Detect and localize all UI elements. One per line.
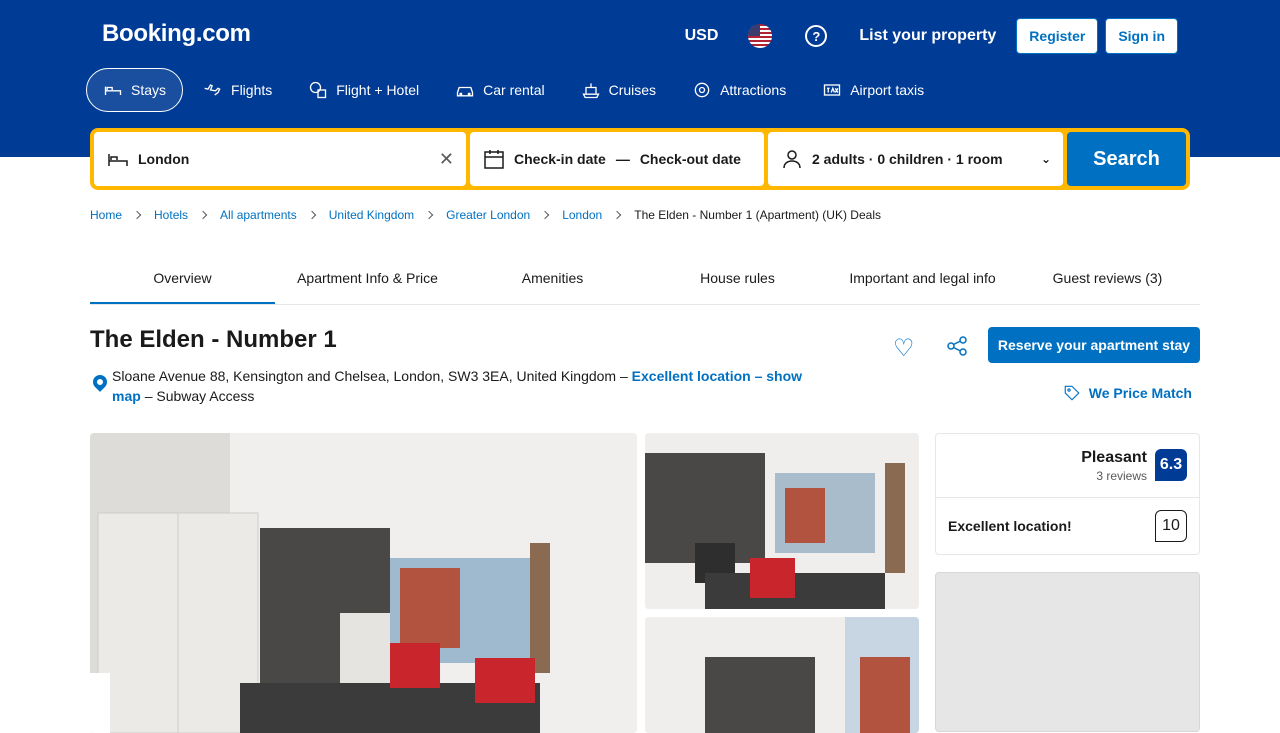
location-pin-icon (90, 372, 110, 392)
booking-logo[interactable]: Booking.com (102, 20, 251, 48)
guests-field[interactable]: 2 adults · 0 children · 1 room ⌄ (768, 132, 1063, 186)
tab-label: Airport taxis (850, 82, 925, 98)
chevron-right-icon (198, 210, 208, 220)
destination-field[interactable]: London ✕ (94, 132, 466, 186)
car-icon (456, 86, 474, 97)
us-flag-icon[interactable] (748, 24, 773, 48)
chevron-down-icon[interactable]: ⌄ (1041, 152, 1051, 166)
tab-car-rental[interactable]: Car rental (439, 68, 560, 112)
tab-label: Car rental (483, 82, 545, 98)
bed-icon (108, 154, 128, 166)
address-text: Sloane Avenue 88, Kensington and Chelsea… (112, 368, 628, 384)
person-icon (783, 150, 801, 169)
guests-summary[interactable]: 2 adults · 0 children · 1 room (812, 151, 1041, 167)
taxi-icon (824, 84, 841, 96)
plane-icon (204, 84, 221, 96)
heart-icon[interactable]: ♡ (893, 334, 915, 363)
breadcrumb-apartments[interactable]: All apartments (220, 208, 297, 222)
price-tag-icon (1064, 385, 1080, 401)
sign-in-button[interactable]: Sign in (1105, 18, 1178, 54)
main-photo[interactable] (90, 433, 637, 733)
tab-stays[interactable]: Stays (86, 68, 184, 112)
location-score-badge: 10 (1155, 510, 1187, 542)
search-bar: London ✕ Check-in date — Check-out date … (90, 128, 1190, 190)
breadcrumb-country[interactable]: United Kingdom (329, 208, 414, 222)
search-button[interactable]: Search (1067, 132, 1186, 186)
checkout-label[interactable]: Check-out date (640, 151, 741, 167)
tab-label: Attractions (720, 82, 787, 98)
property-title: The Elden - Number 1 (90, 326, 337, 353)
top-nav: USD ? List your property Register Sign i… (685, 18, 1178, 54)
gallery-photo[interactable] (645, 433, 919, 609)
breadcrumb-region[interactable]: Greater London (446, 208, 530, 222)
clear-icon[interactable]: ✕ (439, 149, 454, 170)
property-address: Sloane Avenue 88, Kensington and Chelsea… (90, 366, 830, 406)
tab-label: Flights (231, 82, 273, 98)
tab-label: Flight + Hotel (336, 82, 420, 98)
checkin-label[interactable]: Check-in date (514, 151, 606, 167)
review-count[interactable]: 3 reviews (1096, 469, 1147, 483)
tab-info-price[interactable]: Apartment Info & Price (275, 256, 460, 304)
tab-flight-hotel[interactable]: Flight + Hotel (292, 68, 435, 112)
dates-field[interactable]: Check-in date — Check-out date (470, 132, 764, 186)
breadcrumb-current: The Elden - Number 1 (Apartment) (UK) De… (634, 208, 881, 222)
bed-icon (104, 86, 122, 95)
price-match-label: We Price Match (1088, 385, 1192, 401)
tab-attractions[interactable]: Attractions (676, 68, 802, 112)
tab-guest-reviews[interactable]: Guest reviews (3) (1015, 256, 1200, 304)
price-match-link[interactable]: We Price Match (1063, 384, 1192, 402)
reserve-button[interactable]: Reserve your apartment stay (988, 327, 1200, 363)
help-icon[interactable]: ? (805, 25, 828, 47)
chevron-right-icon (612, 210, 622, 220)
tab-label: Cruises (608, 82, 657, 98)
chevron-right-icon (540, 210, 550, 220)
destination-input[interactable]: London (138, 151, 439, 167)
breadcrumb-home[interactable]: Home (90, 208, 122, 222)
score-word: Pleasant (1081, 449, 1147, 466)
breadcrumb-hotels[interactable]: Hotels (154, 208, 188, 222)
score-badge: 6.3 (1155, 449, 1187, 481)
tab-overview[interactable]: Overview (90, 256, 275, 304)
review-score-card[interactable]: Pleasant 3 reviews 6.3 Excellent locatio… (935, 433, 1200, 555)
date-separator: — (615, 151, 630, 167)
chevron-right-icon (424, 210, 434, 220)
location-score-label: Excellent location! (948, 518, 1072, 534)
share-icon[interactable] (945, 334, 969, 363)
property-tabs: Overview Apartment Info & Price Amenitie… (90, 256, 1200, 305)
map-preview[interactable] (935, 572, 1200, 732)
calendar-icon (484, 150, 504, 169)
tab-label: Stays (131, 82, 167, 98)
chevron-right-icon (307, 210, 316, 220)
tab-legal-info[interactable]: Important and legal info (830, 256, 1015, 304)
tab-house-rules[interactable]: House rules (645, 256, 830, 304)
location-score: Excellent location! 10 (936, 498, 1199, 555)
review-score-summary: Pleasant 3 reviews 6.3 (936, 434, 1199, 498)
currency-selector[interactable]: USD (685, 27, 719, 45)
breadcrumb-city[interactable]: London (562, 208, 602, 222)
tab-cruises[interactable]: Cruises (565, 68, 672, 112)
tab-airport-taxis[interactable]: Airport taxis (806, 68, 940, 112)
list-property-link[interactable]: List your property (859, 27, 996, 45)
tab-flights[interactable]: Flights (187, 68, 288, 112)
attractions-icon (694, 82, 710, 98)
chevron-right-icon (132, 210, 142, 220)
address-tail: – Subway Access (144, 388, 255, 404)
breadcrumb: Home Hotels All apartments United Kingdo… (90, 208, 881, 222)
tab-amenities[interactable]: Amenities (460, 256, 645, 304)
ship-icon (582, 83, 600, 99)
flight-hotel-icon (310, 81, 327, 99)
product-tabs: Stays Flights Flight + Hotel Car rental … (86, 68, 944, 112)
gallery-photo[interactable] (645, 617, 919, 733)
register-button[interactable]: Register (1016, 18, 1099, 54)
